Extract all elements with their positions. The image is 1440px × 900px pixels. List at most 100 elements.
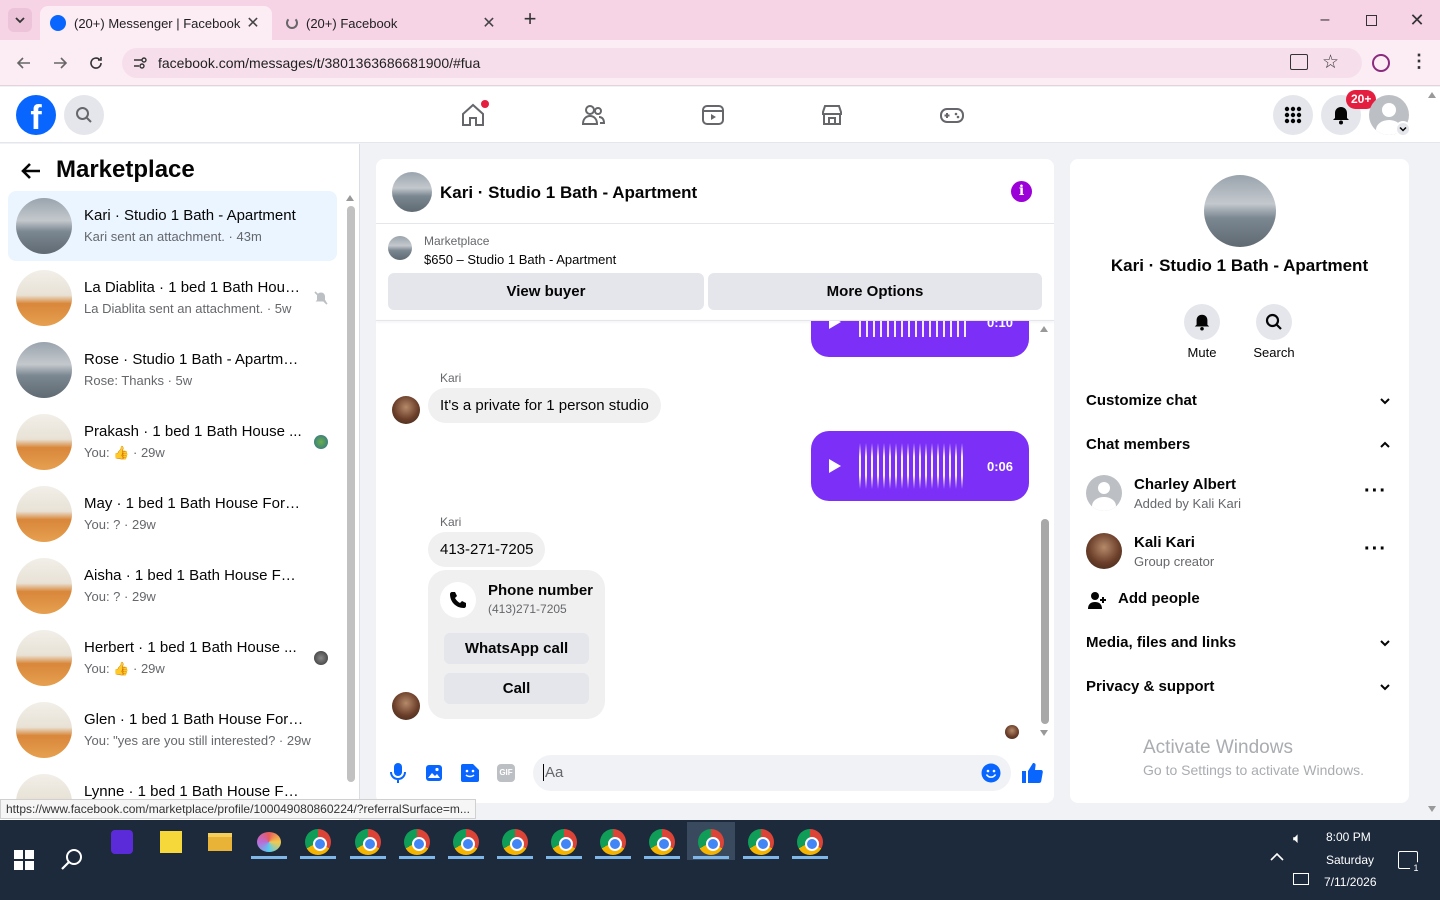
attach-photo-button[interactable] — [425, 764, 443, 782]
conversation-item[interactable]: Rose · Studio 1 Bath - Apartment Rose: T… — [8, 335, 337, 405]
bookmark-star-icon[interactable]: ☆ — [1322, 51, 1339, 74]
forward-button[interactable] — [48, 53, 72, 73]
friends-nav[interactable] — [573, 97, 613, 133]
member-name[interactable]: Kali Kari — [1134, 534, 1195, 551]
sticky-notes-icon[interactable] — [153, 825, 189, 859]
conversation-item[interactable]: Prakash · 1 bed 1 Bath House ... You: 👍 … — [8, 407, 337, 477]
listing-title[interactable]: $650 – Studio 1 Bath - Apartment — [424, 252, 616, 267]
show-hidden-icons-chevron[interactable] — [1270, 852, 1284, 862]
chrome-profile-icon[interactable] — [546, 825, 582, 859]
conversation-item[interactable]: La Diablita · 1 bed 1 Bath Hous... La Di… — [8, 263, 337, 333]
conversation-item[interactable]: Aisha · 1 bed 1 Bath House For R... You:… — [8, 551, 337, 621]
clock-day[interactable]: Saturday — [1326, 853, 1374, 867]
chat-title[interactable]: Kari · Studio 1 Bath - Apartment — [440, 183, 697, 203]
clock-time[interactable]: 8:00 PM — [1326, 830, 1371, 844]
message-input[interactable]: Aa — [533, 755, 1011, 791]
chrome-icon[interactable] — [300, 825, 336, 859]
page-scroll-down-icon[interactable] — [1428, 806, 1436, 812]
chat-members-row[interactable]: Chat members — [1086, 436, 1190, 453]
close-tab-icon[interactable]: ✕ — [244, 13, 262, 33]
chrome-profile-icon[interactable] — [792, 825, 828, 859]
chat-scroll-up-icon[interactable] — [1040, 326, 1048, 332]
chat-scrollbar[interactable] — [1041, 519, 1049, 724]
browser-menu-icon[interactable]: ⋮ — [1410, 51, 1428, 72]
sender-avatar[interactable] — [392, 692, 420, 720]
member-options-icon[interactable]: ··· — [1364, 538, 1387, 561]
send-like-button[interactable] — [1020, 761, 1044, 785]
audio-message[interactable]: 0:10 — [811, 321, 1029, 357]
chrome-profile-icon[interactable] — [595, 825, 631, 859]
volume-icon[interactable]: 🔈︎ — [1293, 830, 1302, 847]
watch-nav[interactable] — [693, 97, 733, 133]
left-scroll-up-icon[interactable] — [346, 195, 354, 201]
search-facebook-button[interactable] — [64, 95, 104, 135]
clock-date[interactable]: 7/11/2026 — [1324, 875, 1377, 889]
group-avatar[interactable] — [1204, 175, 1276, 247]
site-settings-icon[interactable] — [132, 55, 148, 71]
back-button[interactable] — [20, 160, 44, 184]
home-nav[interactable] — [453, 97, 493, 133]
tab-messenger[interactable]: (20+) Messenger | Facebook ✕ — [40, 6, 272, 40]
new-tab-button[interactable]: + — [518, 8, 542, 32]
privacy-support-row[interactable]: Privacy & support — [1086, 678, 1214, 695]
taskbar-app-icon[interactable] — [104, 825, 140, 859]
view-buyer-button[interactable]: View buyer — [388, 273, 704, 310]
more-options-button[interactable]: More Options — [708, 273, 1042, 310]
paint-icon[interactable] — [251, 825, 287, 859]
account-chevron-icon[interactable] — [1395, 121, 1411, 137]
conversation-item[interactable]: Lynne · 1 bed 1 Bath House Fo... — [8, 767, 337, 799]
conversation-item[interactable]: Glen · 1 bed 1 Bath House For Re... You:… — [8, 695, 337, 765]
left-scrollbar[interactable] — [347, 206, 355, 782]
facebook-logo-icon[interactable]: f — [16, 95, 56, 135]
play-icon[interactable] — [829, 459, 841, 473]
mute-button[interactable] — [1184, 304, 1220, 340]
media-files-links-row[interactable]: Media, files and links — [1086, 634, 1236, 651]
message-bubble[interactable]: It's a private for 1 person studio — [428, 388, 661, 423]
member-options-icon[interactable]: ··· — [1364, 480, 1387, 503]
member-avatar[interactable] — [1086, 533, 1122, 569]
call-button[interactable]: Call — [444, 673, 589, 704]
chevron-down-icon[interactable] — [1379, 681, 1391, 693]
chevron-up-icon[interactable] — [1379, 439, 1391, 451]
maximize-button[interactable] — [1348, 0, 1394, 40]
sender-avatar[interactable] — [392, 396, 420, 424]
search-taskbar-button[interactable] — [60, 847, 86, 873]
add-people-button[interactable]: Add people — [1118, 590, 1200, 607]
profile-icon[interactable] — [1372, 54, 1390, 72]
conversation-info-button[interactable]: i — [1011, 181, 1032, 202]
install-app-icon[interactable] — [1290, 54, 1308, 70]
play-icon[interactable] — [829, 321, 841, 329]
page-scroll-up-icon[interactable] — [1428, 92, 1436, 98]
conversation-item[interactable]: Kari · Studio 1 Bath - Apartment Kari se… — [8, 191, 337, 261]
marketplace-nav[interactable] — [812, 97, 852, 133]
chat-header-avatar[interactable] — [392, 172, 432, 212]
sticker-button[interactable] — [460, 763, 480, 783]
tab-search-button[interactable] — [8, 8, 32, 32]
audio-message[interactable]: 0:06 — [811, 431, 1029, 501]
back-button[interactable] — [12, 53, 36, 73]
tab-facebook[interactable]: (20+) Facebook ✕ — [276, 6, 508, 40]
emoji-icon[interactable] — [981, 763, 1001, 783]
chrome-profile-icon[interactable] — [399, 825, 435, 859]
close-tab-icon[interactable]: ✕ — [480, 13, 498, 33]
menu-button[interactable] — [1273, 95, 1313, 135]
whatsapp-call-button[interactable]: WhatsApp call — [444, 633, 589, 664]
search-in-conversation-button[interactable] — [1256, 304, 1292, 340]
minimize-button[interactable]: – — [1302, 0, 1348, 40]
chevron-down-icon[interactable] — [1379, 395, 1391, 407]
message-bubble[interactable]: 413-271-7205 — [428, 532, 546, 567]
gaming-nav[interactable] — [932, 97, 972, 133]
voice-clip-button[interactable] — [388, 762, 408, 784]
customize-chat-row[interactable]: Customize chat — [1086, 392, 1197, 409]
conversation-item[interactable]: May · 1 bed 1 Bath House For Rent You: ?… — [8, 479, 337, 549]
chrome-profile-icon[interactable] — [743, 825, 779, 859]
chat-scroll-down-icon[interactable] — [1040, 730, 1048, 736]
chrome-profile-icon[interactable] — [693, 825, 729, 859]
chrome-profile-icon[interactable] — [644, 825, 680, 859]
start-button[interactable] — [14, 850, 34, 870]
network-icon[interactable] — [1293, 873, 1309, 885]
chevron-down-icon[interactable] — [1379, 637, 1391, 649]
member-avatar[interactable] — [1086, 475, 1122, 511]
chrome-profile-icon[interactable] — [350, 825, 386, 859]
file-explorer-icon[interactable] — [202, 825, 238, 859]
